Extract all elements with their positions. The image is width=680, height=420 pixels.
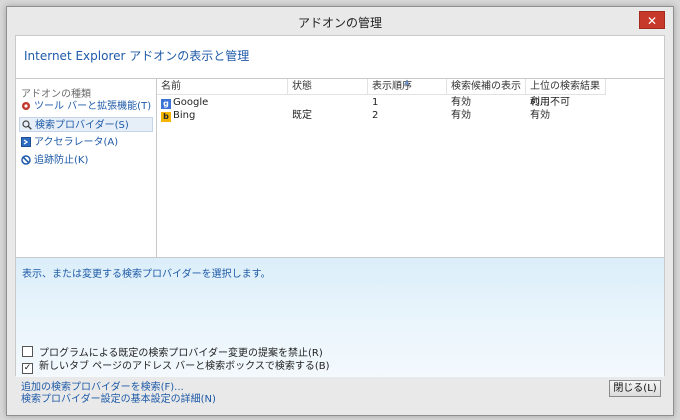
details-panel: 表示、または変更する検索プロバイダーを選択します。 プログラムによる既定の検索プ… bbox=[16, 257, 664, 377]
accelerator-icon bbox=[21, 137, 31, 147]
provider-name-cell: g Google bbox=[157, 96, 288, 109]
column-header-order[interactable]: 表示順序 ▲ bbox=[368, 78, 447, 95]
column-header-suggestions[interactable]: 検索候補の表示 bbox=[447, 79, 526, 95]
window-close-button[interactable]: ✕ bbox=[639, 11, 665, 29]
sidebar-item-tracking-protection[interactable]: 追跡防止(K) bbox=[19, 153, 153, 168]
main-body: アドオンの種類 ツール バーと拡張機能(T) 検索プロバイダー(S) アクセラレ… bbox=[15, 78, 665, 377]
header-title: Internet Explorer アドオンの表示と管理 bbox=[24, 49, 250, 63]
addon-type-sidebar: アドオンの種類 ツール バーと拡張機能(T) 検索プロバイダー(S) アクセラレ… bbox=[16, 79, 157, 257]
details-description: 表示、または変更する検索プロバイダーを選択します。 bbox=[22, 269, 271, 280]
sidebar-item-toolbars[interactable]: ツール バーと拡張機能(T) bbox=[19, 99, 153, 114]
search-new-tab-checkbox[interactable]: ✓ bbox=[22, 363, 33, 374]
suggestions-cell: 有効 bbox=[451, 97, 471, 108]
column-header-top-result[interactable]: 上位の検索結果の... bbox=[526, 79, 606, 108]
provider-name: Google bbox=[173, 97, 209, 108]
bing-icon: b bbox=[161, 112, 171, 122]
gear-icon bbox=[22, 102, 30, 110]
block-icon bbox=[21, 155, 31, 165]
sidebar-item-label: 追跡防止(K) bbox=[34, 155, 89, 166]
order-cell: 2 bbox=[372, 110, 379, 121]
checkbox-label: プログラムによる既定の検索プロバイダー変更の提案を禁止(R) bbox=[39, 348, 323, 359]
checkbox-row-search-new-tab[interactable]: ✓ 新しいタブ ページのアドレス バーと検索ボックスで検索する(B) bbox=[22, 360, 330, 374]
sidebar-item-accelerators[interactable]: アクセラレータ(A) bbox=[19, 135, 153, 150]
header-panel: Internet Explorer アドオンの表示と管理 bbox=[15, 35, 665, 79]
provider-name-cell: b Bing bbox=[157, 109, 288, 122]
checkbox-row-prevent-change[interactable]: プログラムによる既定の検索プロバイダー変更の提案を禁止(R) bbox=[22, 346, 323, 359]
sidebar-item-search-providers[interactable]: 検索プロバイダー(S) bbox=[19, 117, 153, 132]
top-result-cell: 利用不可 bbox=[530, 97, 570, 108]
provider-settings-link[interactable]: 検索プロバイダー設定の基本設定の詳細(N) bbox=[21, 390, 216, 405]
status-cell: 既定 bbox=[292, 110, 312, 121]
window-title: アドオンの管理 bbox=[297, 16, 382, 30]
sort-arrow-icon: ▲ bbox=[404, 78, 410, 86]
sidebar-heading: アドオンの種類 bbox=[21, 89, 91, 100]
sidebar-item-label: 検索プロバイダー(S) bbox=[35, 120, 129, 131]
status-cell bbox=[288, 96, 368, 109]
search-icon bbox=[22, 120, 32, 130]
title-bar[interactable]: アドオンの管理 ✕ bbox=[7, 7, 673, 35]
prevent-change-checkbox[interactable] bbox=[22, 346, 33, 357]
sidebar-item-label: ツール バーと拡張機能(T) bbox=[34, 101, 152, 112]
close-button[interactable]: 閉じる(L) bbox=[609, 380, 661, 397]
google-icon: g bbox=[161, 99, 171, 109]
addon-manager-window: アドオンの管理 ✕ Internet Explorer アドオンの表示と管理 ア… bbox=[6, 6, 674, 416]
sidebar-item-label: アクセラレータ(A) bbox=[34, 137, 119, 148]
suggestions-cell: 有効 bbox=[451, 110, 471, 121]
column-header-status[interactable]: 状態 bbox=[288, 79, 368, 95]
checkbox-label: 新しいタブ ページのアドレス バーと検索ボックスで検索する(B) bbox=[39, 361, 330, 372]
top-result-cell: 有効 bbox=[530, 110, 550, 121]
provider-name: Bing bbox=[173, 110, 196, 121]
order-cell: 1 bbox=[372, 97, 379, 108]
provider-list: 名前 状態 表示順序 ▲ 検索候補の表示 上位の検索結果の... g Google… bbox=[157, 78, 664, 257]
column-header-name[interactable]: 名前 bbox=[157, 79, 288, 95]
